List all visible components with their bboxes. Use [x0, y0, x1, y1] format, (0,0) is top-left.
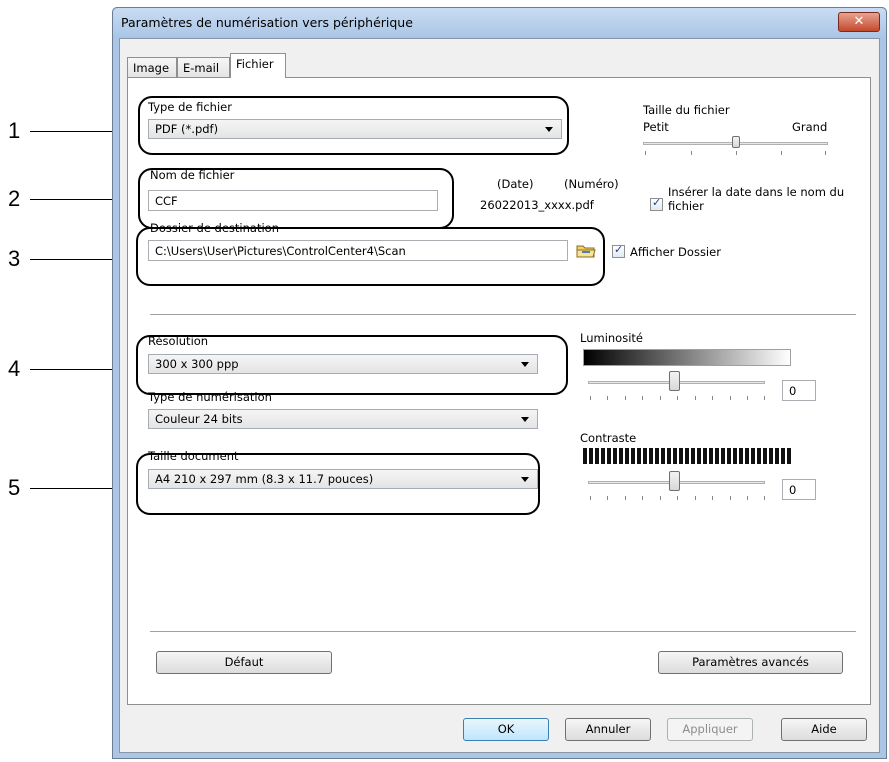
cancel-button[interactable]: Annuler: [565, 718, 651, 741]
file-size-large-label: Grand: [792, 120, 828, 134]
scan-settings-dialog: Paramètres de numérisation vers périphér…: [112, 7, 887, 759]
document-size-label: Taille document: [148, 449, 239, 463]
destination-folder-label: Dossier de destination: [150, 221, 279, 235]
chevron-down-icon: [521, 417, 529, 422]
file-name-label: Nom de fichier: [150, 168, 235, 182]
brightness-ticks: [590, 396, 765, 401]
scan-type-select[interactable]: Couleur 24 bits: [148, 409, 538, 429]
file-size-ticks: [643, 151, 828, 156]
callout-4: 4: [8, 356, 21, 381]
separator-bottom: [150, 631, 856, 633]
contrast-label: Contraste: [580, 431, 637, 445]
title-bar: Paramètres de numérisation vers périphér…: [113, 8, 886, 38]
insert-date-label: Insérer la date dans le nom du fichier: [668, 185, 845, 213]
scan-type-label: Type de numérisation: [148, 390, 272, 404]
callout-1: 1: [8, 118, 21, 143]
callout-5: 5: [8, 475, 21, 500]
resolution-select[interactable]: 300 x 300 ppp: [148, 354, 538, 374]
separator-top: [150, 314, 856, 316]
brightness-slider-thumb[interactable]: [669, 371, 680, 391]
browse-folder-button[interactable]: [575, 240, 597, 261]
file-name-input[interactable]: CCF: [148, 190, 438, 211]
default-button[interactable]: Défaut: [156, 651, 332, 674]
file-type-label: Type de fichier: [148, 100, 232, 114]
contrast-ticks: [590, 496, 765, 501]
document-size-value: A4 210 x 297 mm (8.3 x 11.7 pouces): [155, 472, 374, 486]
file-type-select[interactable]: PDF (*.pdf): [148, 119, 562, 139]
file-type-value: PDF (*.pdf): [155, 122, 219, 136]
dialog-client-area: Image E-mail Fichier Type de fichier PDF…: [119, 38, 880, 753]
show-folder-checkbox[interactable]: ✓: [612, 243, 625, 258]
resolution-value: 300 x 300 ppp: [155, 357, 239, 371]
show-folder-label: Afficher Dossier: [630, 245, 721, 259]
tab-email[interactable]: E-mail: [177, 57, 230, 77]
close-button[interactable]: ✕: [838, 12, 880, 32]
resolution-label: Résolution: [148, 334, 209, 348]
file-size-slider-thumb[interactable]: [732, 136, 740, 148]
scan-type-value: Couleur 24 bits: [155, 412, 243, 426]
chevron-down-icon: [521, 477, 529, 482]
help-button[interactable]: Aide: [781, 718, 867, 741]
contrast-slider-thumb[interactable]: [669, 471, 680, 491]
tab-panel-fichier: Type de fichier PDF (*.pdf) Taille du fi…: [127, 77, 871, 705]
chevron-down-icon: [545, 127, 553, 132]
checkmark-icon: ✓: [614, 243, 624, 256]
contrast-pattern-bar: [583, 448, 791, 464]
folder-icon: [576, 245, 596, 258]
date-header: (Date): [497, 177, 534, 191]
number-header: (Numéro): [564, 177, 619, 191]
brightness-label: Luminosité: [580, 331, 643, 345]
document-size-select[interactable]: A4 210 x 297 mm (8.3 x 11.7 pouces): [148, 469, 538, 489]
callout-3: 3: [8, 246, 21, 271]
tab-fichier[interactable]: Fichier: [230, 53, 286, 78]
brightness-gradient-bar: [583, 349, 791, 366]
contrast-input[interactable]: 0: [782, 479, 816, 500]
callout-2: 2: [8, 186, 21, 211]
dialog-title: Paramètres de numérisation vers périphér…: [121, 15, 413, 30]
apply-button[interactable]: Appliquer: [667, 718, 753, 741]
file-size-small-label: Petit: [643, 120, 669, 134]
brightness-input[interactable]: 0: [782, 380, 816, 401]
ok-button[interactable]: OK: [463, 718, 549, 741]
file-size-label: Taille du fichier: [643, 103, 730, 117]
sample-file-name: 26022013_xxxx.pdf: [480, 198, 594, 212]
destination-folder-input[interactable]: C:\Users\User\Pictures\ControlCenter4\Sc…: [148, 240, 568, 261]
advanced-settings-button[interactable]: Paramètres avancés: [658, 651, 843, 674]
tab-image[interactable]: Image: [127, 57, 177, 77]
checkmark-icon: ✓: [652, 196, 662, 209]
chevron-down-icon: [521, 362, 529, 367]
insert-date-checkbox[interactable]: ✓: [650, 196, 663, 211]
